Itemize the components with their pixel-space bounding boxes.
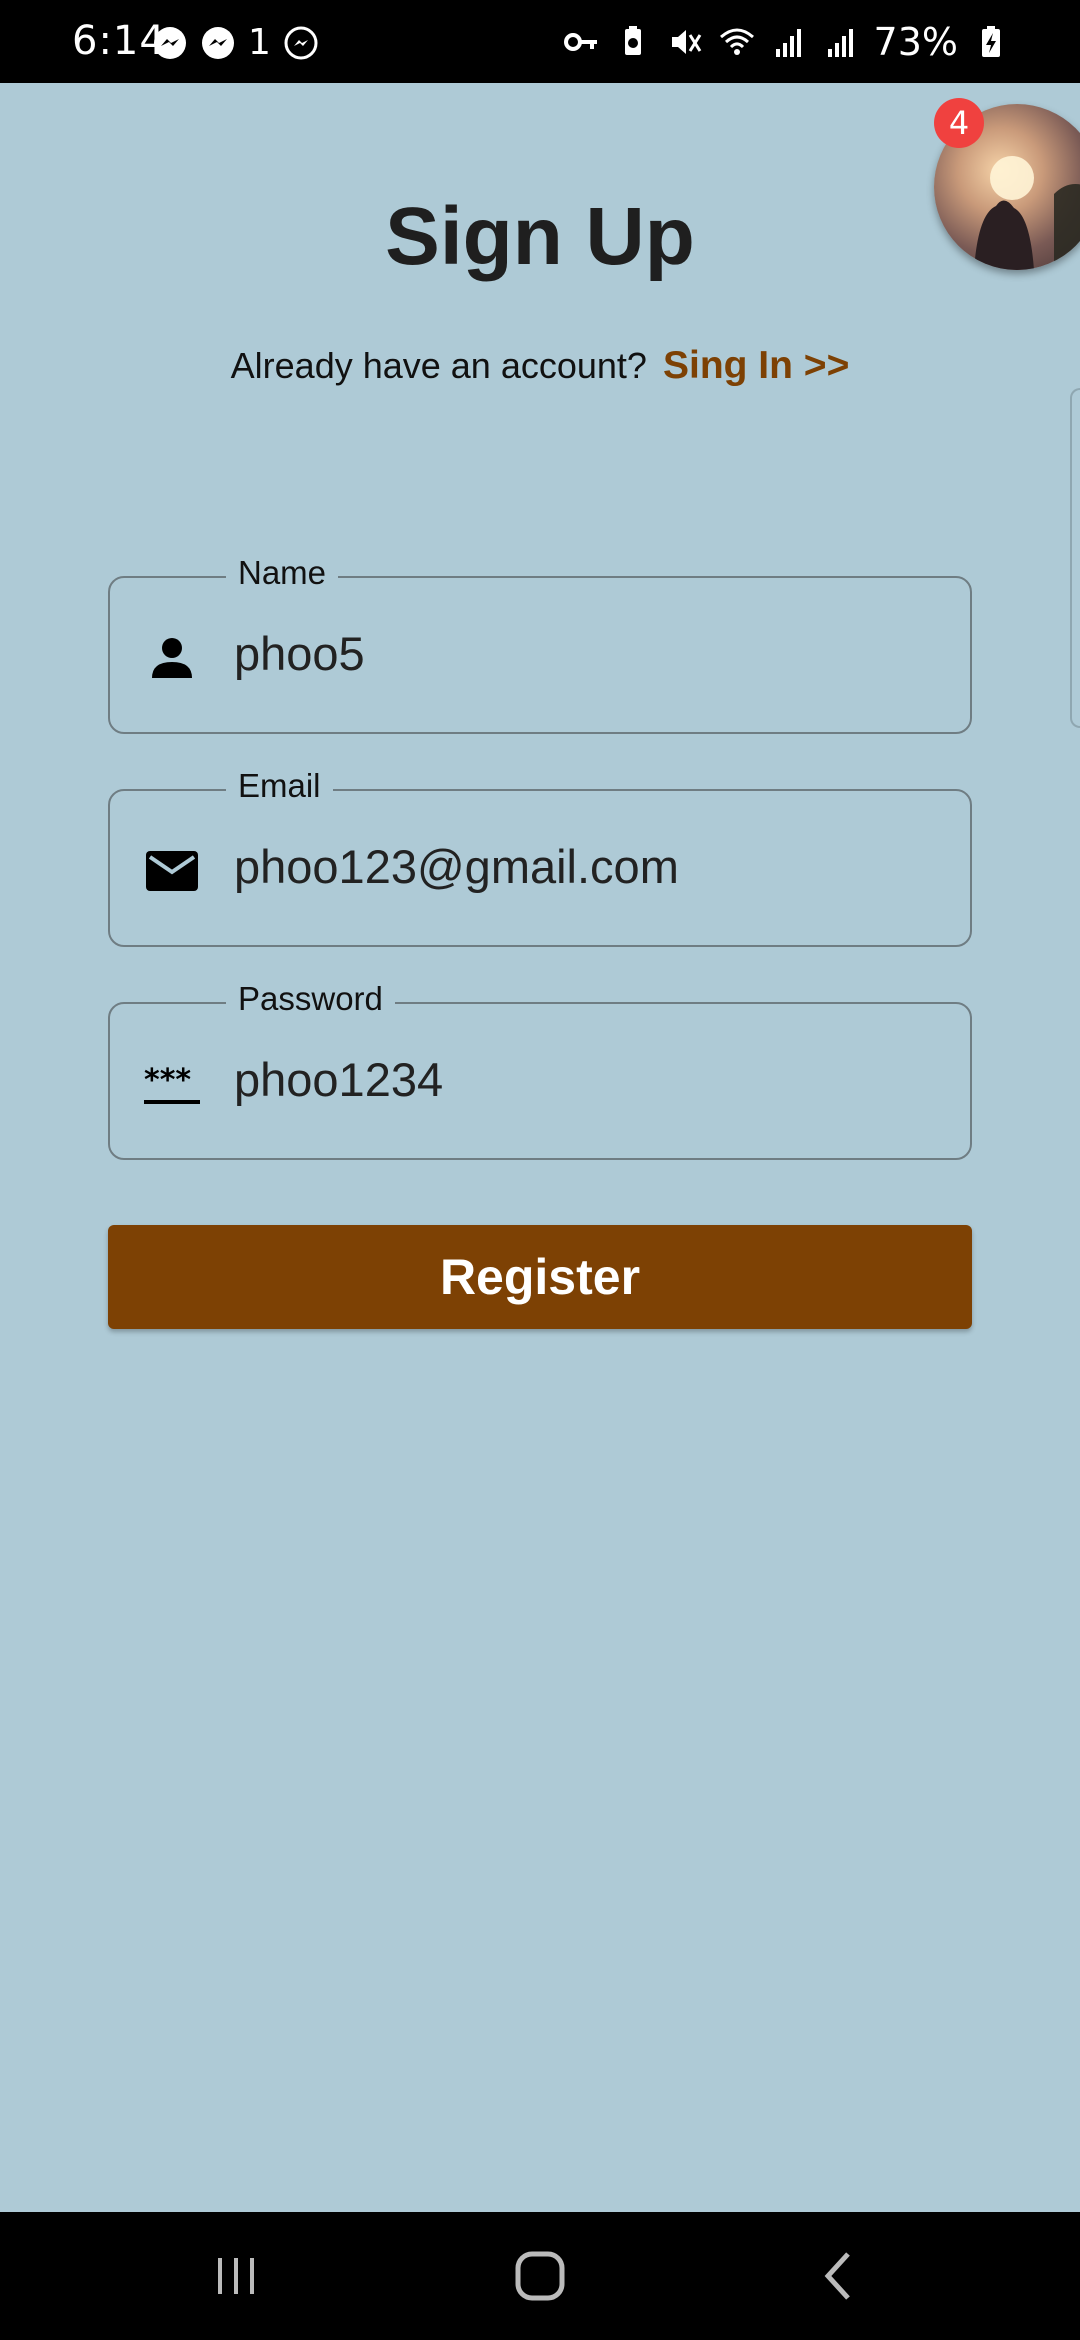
status-extra: 1	[248, 22, 271, 63]
register-button[interactable]: Register	[108, 1225, 972, 1329]
password-icon: ***	[144, 1063, 200, 1104]
status-right-icons: 73%	[562, 20, 1010, 64]
vpn-key-icon	[563, 33, 597, 51]
battery-saver-icon	[624, 26, 641, 55]
notification-icons: 1	[152, 22, 319, 63]
edge-panel-handle[interactable]	[1070, 388, 1080, 728]
svg-text:***: ***	[144, 1063, 191, 1098]
navigation-bar	[0, 2212, 1080, 2340]
password-input[interactable]: phoo1234	[234, 1052, 443, 1107]
signal-icon-2	[827, 29, 853, 57]
password-field-label: Password	[226, 980, 395, 1018]
signin-prompt: Already have an account?	[230, 345, 647, 386]
signin-link[interactable]: Sing In >>	[663, 344, 849, 387]
wifi-icon	[719, 28, 754, 55]
email-field-label: Email	[226, 767, 333, 805]
back-icon[interactable]	[810, 2246, 870, 2306]
mail-icon	[146, 851, 198, 891]
messenger-icon	[202, 26, 234, 59]
page-title: Sign Up	[385, 191, 695, 282]
name-field-label: Name	[226, 554, 339, 592]
email-field[interactable]: Email phoo123@gmail.com	[108, 767, 972, 947]
status-bar: 6:14 1 73%	[0, 0, 1080, 83]
signin-row: Already have an account? Sing In >>	[0, 344, 1080, 388]
messenger-icon	[154, 26, 186, 59]
home-icon[interactable]	[510, 2246, 570, 2306]
messenger-outline-icon	[284, 26, 318, 59]
signal-icon	[775, 29, 801, 57]
battery-charging-icon	[982, 26, 1000, 57]
email-input[interactable]: phoo123@gmail.com	[234, 839, 679, 894]
name-input[interactable]: phoo5	[234, 626, 365, 681]
battery-percentage: 73%	[873, 20, 958, 64]
mute-icon	[671, 30, 701, 54]
recent-apps-icon[interactable]	[206, 2246, 266, 2306]
name-field[interactable]: Name phoo5	[108, 554, 972, 734]
password-field[interactable]: Password *** phoo1234	[108, 980, 972, 1160]
person-icon	[152, 638, 192, 678]
notification-badge: 4	[934, 98, 984, 148]
